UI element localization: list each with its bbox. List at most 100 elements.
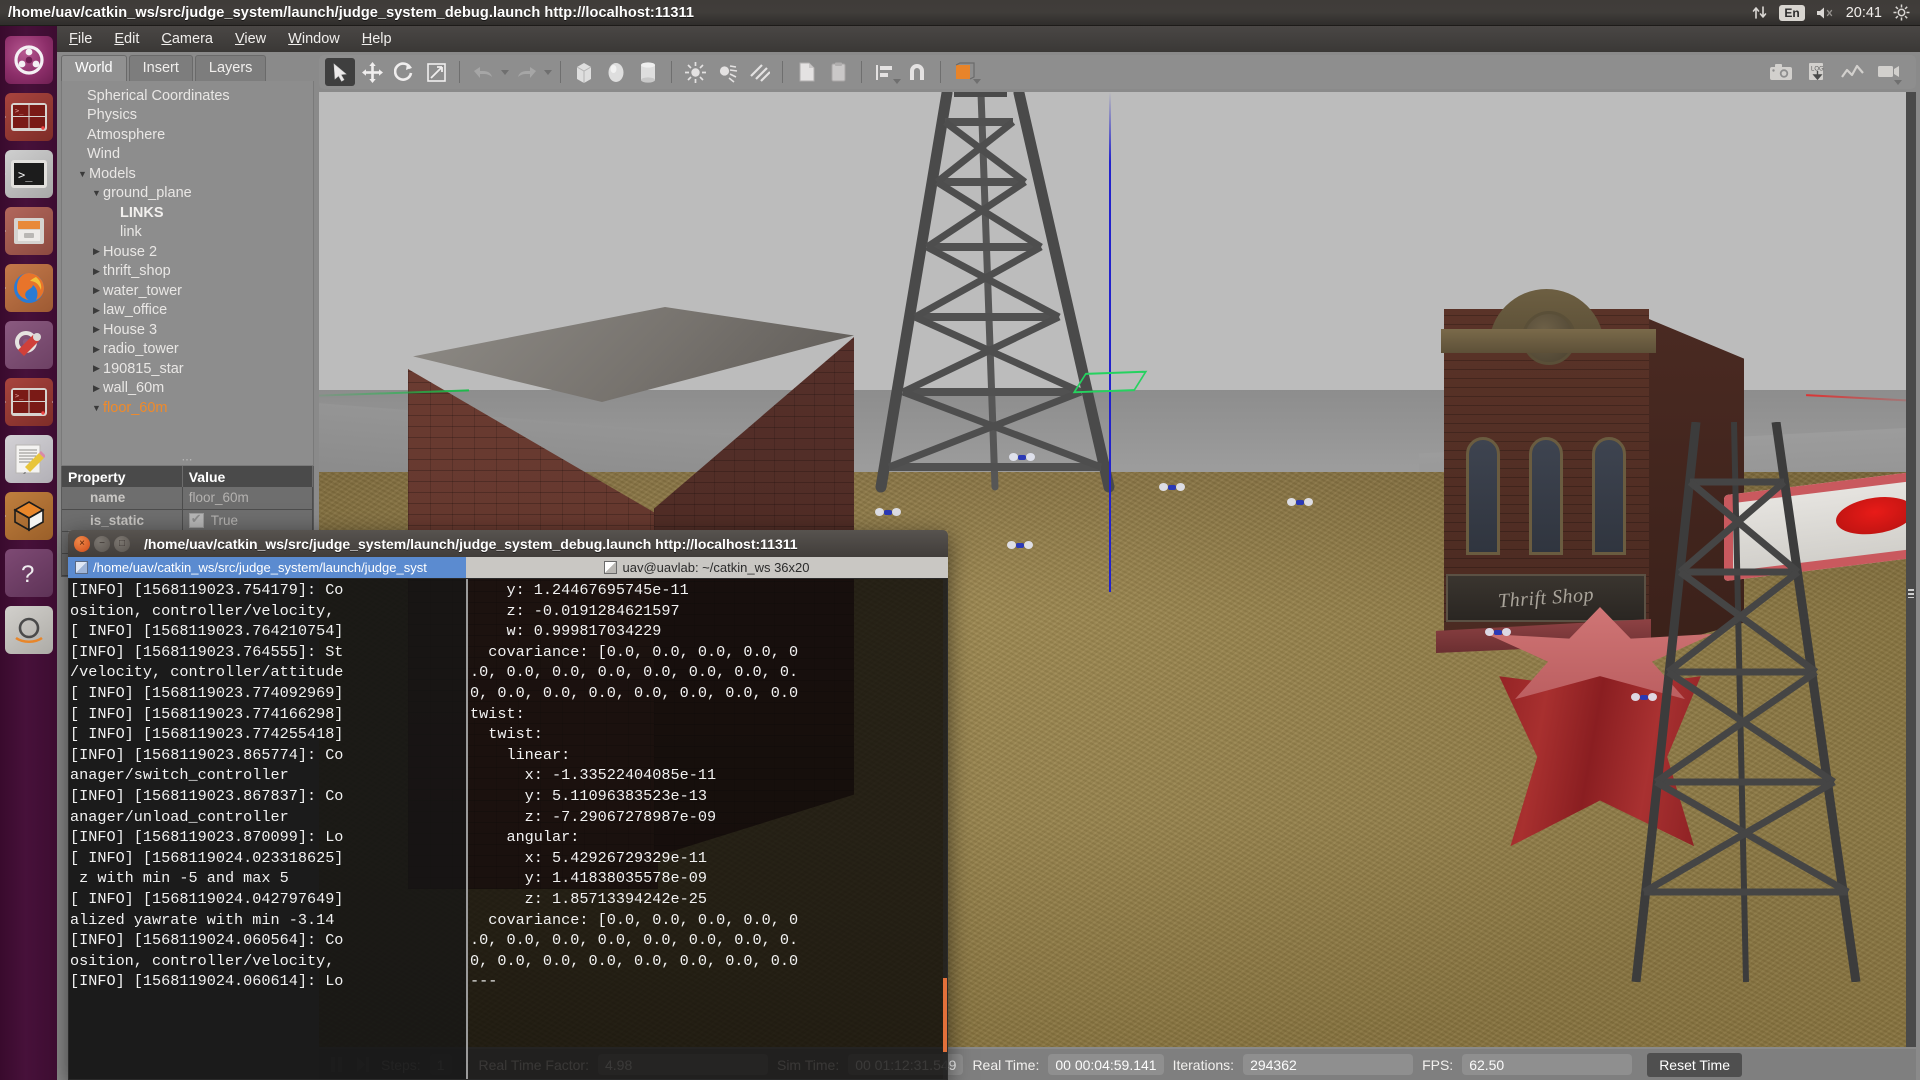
chevron-right-icon[interactable]: ▶ (90, 383, 103, 394)
insert-cylinder-icon[interactable] (633, 58, 663, 86)
launcher-item-ubuntu-dash[interactable] (4, 36, 53, 84)
tab-insert[interactable]: Insert (128, 55, 193, 81)
terminal-pane-right[interactable]: y: 1.24467695745e-11 z: -0.0191284621597… (468, 578, 948, 1080)
property-value-is-static[interactable]: True (182, 509, 314, 532)
scene-model-radio-tower[interactable] (859, 92, 1199, 507)
table-row[interactable]: is_static True (62, 509, 314, 532)
checkbox-is-static[interactable] (188, 511, 204, 528)
terminal-tab-uavlab[interactable]: uav@uavlab: ~/catkin_ws 36x20 (466, 557, 948, 578)
menu-file[interactable]: File (69, 31, 92, 47)
launcher-item-system-settings[interactable] (4, 321, 53, 369)
launcher-item-files[interactable] (4, 207, 53, 255)
tree-item-190815-star[interactable]: ▶ 190815_star (62, 359, 313, 379)
tree-item-water-tower[interactable]: ▶ water_tower (62, 281, 313, 301)
plot-icon[interactable] (1838, 58, 1868, 86)
tree-item-wall-60m[interactable]: ▶ wall_60m (62, 379, 313, 399)
scene-drone-marker[interactable] (1159, 482, 1185, 493)
system-gear-icon[interactable] (1893, 4, 1910, 21)
terminal-pane-left[interactable]: [INFO] [1568119023.754179]: Co osition, … (68, 578, 466, 1080)
tree-item-floor-60m[interactable]: ▼ floor_60m (62, 398, 313, 418)
chevron-right-icon[interactable]: ▶ (90, 266, 103, 277)
chevron-right-icon[interactable]: ▶ (90, 305, 103, 316)
point-light-icon[interactable] (680, 58, 710, 86)
save-log-icon[interactable]: LOG (1802, 58, 1832, 86)
launcher-item-archive-manager[interactable] (4, 492, 53, 540)
launcher-item-terminator-2[interactable]: >_ (4, 378, 53, 426)
chevron-down-icon[interactable]: ▼ (90, 403, 103, 413)
maximize-button[interactable]: □ (114, 535, 130, 552)
tree-item-wind[interactable]: Wind (62, 145, 313, 165)
rotate-mode-icon[interactable] (389, 58, 419, 86)
transform-gizmo-z-axis[interactable] (1109, 92, 1111, 592)
terminal-titlebar[interactable]: × − □ /home/uav/catkin_ws/src/judge_syst… (68, 530, 948, 557)
tree-item-spherical-coordinates[interactable]: Spherical Coordinates (62, 86, 313, 106)
menu-view[interactable]: View (235, 31, 266, 47)
view-angle-dropdown-icon[interactable] (973, 79, 981, 84)
scene-drone-marker[interactable] (1287, 497, 1313, 508)
chevron-right-icon[interactable]: ▶ (90, 363, 103, 374)
launcher-item-text-editor[interactable] (4, 435, 53, 483)
terminal-scrollbar[interactable] (943, 578, 948, 1080)
undo-icon[interactable] (468, 58, 498, 86)
scene-drone-marker[interactable] (1631, 692, 1657, 703)
clock[interactable]: 20:41 (1846, 5, 1882, 21)
close-button[interactable]: × (74, 535, 90, 552)
scene-drone-marker[interactable] (875, 507, 901, 518)
tab-world[interactable]: World (61, 55, 127, 81)
view-angle-icon[interactable] (949, 58, 981, 86)
select-mode-icon[interactable] (325, 58, 355, 86)
minimize-button[interactable]: − (94, 535, 110, 552)
panel-resize-handle[interactable]: ⋯ (177, 455, 199, 466)
tree-item-models[interactable]: ▼ Models (62, 164, 313, 184)
tree-item-thrift-shop[interactable]: ▶ thrift_shop (62, 262, 313, 282)
terminal-scrollbar-thumb[interactable] (943, 978, 948, 1052)
tree-item-link[interactable]: link (62, 223, 313, 243)
chevron-right-icon[interactable]: ▶ (90, 344, 103, 355)
screenshot-camera-icon[interactable] (1766, 58, 1796, 86)
chevron-down-icon[interactable]: ▼ (76, 169, 89, 179)
chevron-down-icon[interactable]: ▼ (90, 188, 103, 198)
redo-dropdown-icon[interactable] (544, 69, 552, 75)
launcher-item-firefox[interactable] (4, 264, 53, 312)
directional-light-icon[interactable] (744, 58, 774, 86)
menu-edit[interactable]: Edit (114, 31, 139, 47)
network-updown-icon[interactable] (1752, 5, 1768, 20)
scene-drone-marker[interactable] (1485, 627, 1511, 638)
spot-light-icon[interactable] (712, 58, 742, 86)
reset-time-button[interactable]: Reset Time (1647, 1052, 1742, 1077)
volume-muted-icon[interactable] (1816, 6, 1835, 20)
tree-item-physics[interactable]: Physics (62, 106, 313, 126)
launcher-item-help[interactable]: ? (4, 549, 53, 597)
insert-sphere-icon[interactable] (601, 58, 631, 86)
table-row[interactable]: name floor_60m (62, 487, 314, 510)
tab-layers[interactable]: Layers (194, 55, 267, 81)
insert-box-icon[interactable] (569, 58, 599, 86)
launcher-item-terminator[interactable]: >_ (4, 93, 53, 141)
keyboard-layout-indicator[interactable]: En (1779, 4, 1805, 21)
menu-camera[interactable]: Camera (161, 31, 213, 47)
scene-model-lattice-pylon[interactable] (1626, 422, 1916, 982)
viewport-resize-handle[interactable] (1906, 92, 1916, 1047)
tree-item-radio-tower[interactable]: ▶ radio_tower (62, 340, 313, 360)
redo-icon[interactable] (511, 58, 541, 86)
chevron-right-icon[interactable]: ▶ (90, 324, 103, 335)
menu-window[interactable]: Window (288, 31, 340, 47)
tree-item-ground-plane[interactable]: ▼ ground_plane (62, 184, 313, 204)
tree-item-house-2[interactable]: ▶ House 2 (62, 242, 313, 262)
launcher-item-amazon[interactable] (4, 606, 53, 654)
launcher-item-terminal[interactable]: >_ (4, 150, 53, 198)
translate-mode-icon[interactable] (357, 58, 387, 86)
undo-dropdown-icon[interactable] (501, 69, 509, 75)
align-dropdown-icon[interactable] (893, 79, 901, 84)
scene-drone-marker[interactable] (1009, 452, 1035, 463)
chevron-right-icon[interactable]: ▶ (90, 285, 103, 296)
tree-item-atmosphere[interactable]: Atmosphere (62, 125, 313, 145)
record-video-icon[interactable] (1874, 58, 1904, 86)
record-dropdown-icon[interactable] (1894, 80, 1902, 85)
tree-item-law-office[interactable]: ▶ law_office (62, 301, 313, 321)
terminal-tab-active[interactable]: /home/uav/catkin_ws/src/judge_system/lau… (68, 557, 466, 578)
property-value-name[interactable]: floor_60m (182, 487, 314, 510)
scale-mode-icon[interactable] (421, 58, 451, 86)
scene-drone-marker[interactable] (1007, 540, 1033, 551)
tree-item-house-3[interactable]: ▶ House 3 (62, 320, 313, 340)
